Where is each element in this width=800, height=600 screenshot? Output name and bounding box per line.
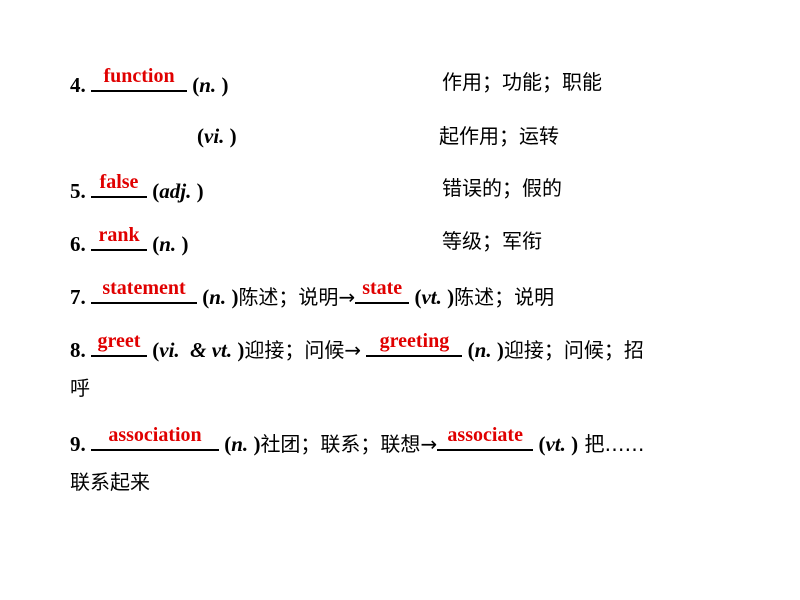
part-of-speech: n. — [231, 432, 249, 456]
part-of-speech: vt. — [545, 432, 566, 456]
answer-blank: greet — [91, 330, 147, 357]
answer-blank: function — [91, 65, 187, 92]
part-of-speech: n. — [199, 73, 217, 97]
answer-text: greet — [97, 330, 141, 352]
answer-blank: state — [355, 277, 410, 304]
meaning: 陈述；说明 — [238, 285, 339, 309]
part-of-speech: n. — [474, 338, 492, 362]
answer-blank: statement — [91, 277, 197, 304]
meaning: 把…… — [578, 432, 645, 456]
part-of-speech: adj. — [159, 179, 192, 203]
part-of-speech: n. — [209, 285, 227, 309]
arrow-icon: → — [420, 432, 438, 456]
meaning: 社团；联系；联想 — [260, 432, 421, 456]
part-of-speech: vi. & vt. — [159, 338, 233, 362]
part-of-speech: vi. — [204, 124, 225, 148]
item-number: 9. — [70, 432, 86, 456]
answer-text: rank — [98, 224, 140, 246]
item-number: 5. — [70, 179, 86, 203]
meaning: 迎接；问候；招 — [503, 338, 644, 362]
item-number: 6. — [70, 232, 86, 256]
meaning: 迎接；问候 — [244, 338, 345, 362]
answer-text: function — [103, 65, 175, 87]
arrow-icon: → — [344, 338, 362, 362]
vocab-item-4-alt-pos: (vi. ) — [197, 124, 237, 148]
meaning: 作用；功能；职能 — [442, 70, 602, 94]
item-number: 4. — [70, 73, 86, 97]
answer-blank: false — [91, 171, 147, 198]
answer-text: associate — [447, 424, 523, 446]
answer-blank: greeting — [366, 330, 463, 357]
meaning-continuation: 呼 — [70, 376, 90, 400]
vocab-item-7: 7. statement (n. )陈述；说明→ state (vt. )陈述；说… — [70, 277, 555, 309]
meaning: 错误的；假的 — [442, 176, 562, 200]
item-number: 8. — [70, 338, 86, 362]
meaning-continuation: 联系起来 — [70, 470, 150, 494]
part-of-speech: vt. — [421, 285, 442, 309]
vocab-item-5: 5. false (adj. ) — [70, 171, 204, 203]
answer-blank: rank — [91, 224, 147, 251]
answer-text: statement — [102, 277, 186, 299]
answer-text: state — [362, 277, 403, 299]
meaning: 等级；军衔 — [442, 229, 542, 253]
vocab-item-6: 6. rank (n. ) — [70, 224, 189, 256]
part-of-speech: n. — [159, 232, 177, 256]
meaning: 陈述；说明 — [454, 285, 555, 309]
answer-blank: association — [91, 424, 219, 451]
item-number: 7. — [70, 285, 86, 309]
vocab-item-8: 8. greet (vi. & vt. )迎接；问候→ greeting (n.… — [70, 330, 644, 362]
meaning: 起作用；运转 — [439, 124, 559, 148]
vocab-item-9: 9. association (n. )社团；联系；联想→ associate (… — [70, 424, 645, 456]
vocab-item-4: 4. function (n. ) — [70, 65, 229, 97]
answer-blank: associate — [437, 424, 534, 451]
answer-text: greeting — [379, 330, 450, 352]
arrow-icon: → — [338, 285, 356, 309]
answer-text: association — [108, 424, 202, 446]
answer-text: false — [99, 171, 139, 193]
